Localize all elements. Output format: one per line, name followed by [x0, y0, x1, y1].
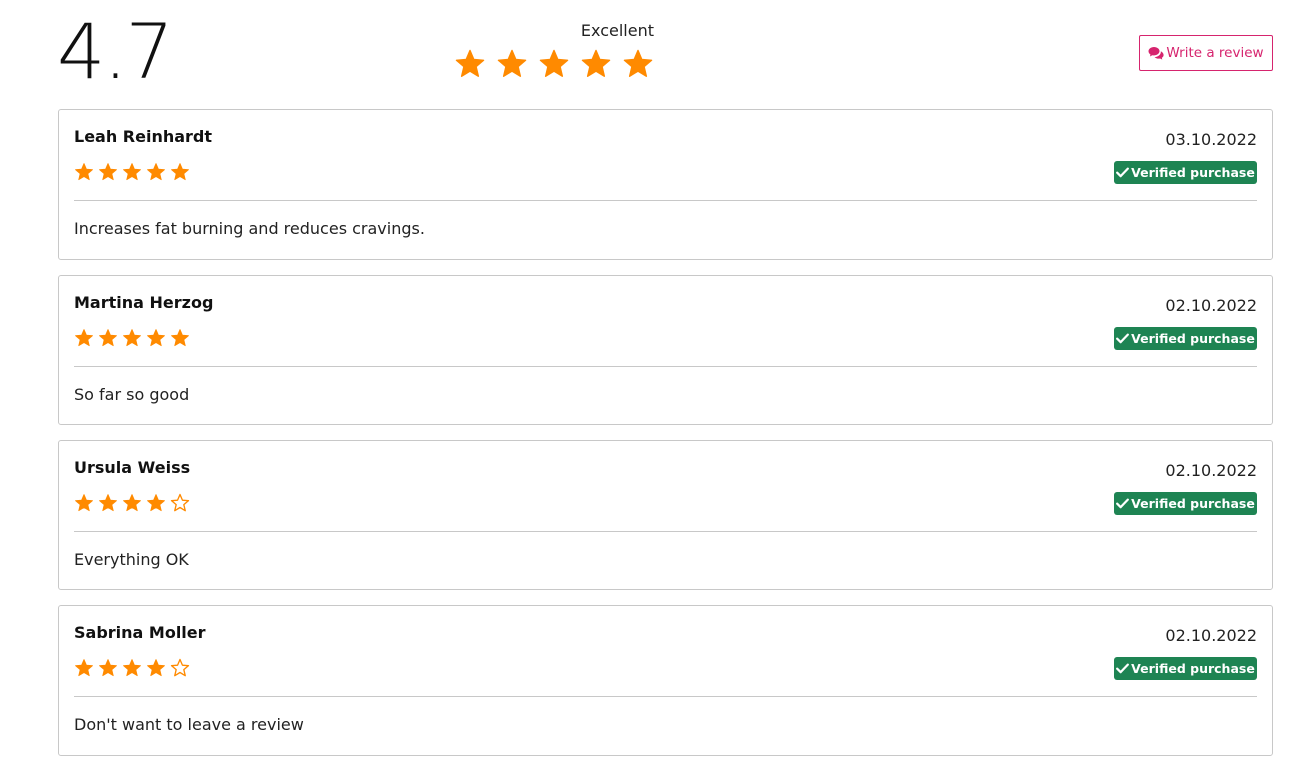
review-stars: [74, 162, 190, 182]
star-icon: [123, 659, 141, 677]
verified-label: Verified purchase: [1131, 331, 1255, 346]
star-icon: [147, 494, 165, 512]
review-card: Martina Herzog 02.10.2022 Verified purch…: [58, 275, 1273, 425]
verified-badge: Verified purchase: [1114, 161, 1257, 184]
star-icon: [539, 49, 569, 77]
review-date: 02.10.2022: [1165, 461, 1257, 480]
star-icon: [99, 329, 117, 347]
rating-summary: 4.7 Excellent Write a review: [0, 0, 1306, 108]
verified-badge: Verified purchase: [1114, 657, 1257, 680]
check-icon: [1116, 333, 1130, 344]
review-text: Everything OK: [74, 550, 189, 569]
review-date: 02.10.2022: [1165, 626, 1257, 645]
star-outline-icon: [170, 493, 190, 512]
review-stars: [74, 328, 190, 348]
review-date: 02.10.2022: [1165, 296, 1257, 315]
review-text: So far so good: [74, 385, 190, 404]
reviews-page: 4.7 Excellent Write a review Leah Reinha…: [0, 0, 1306, 762]
write-review-button[interactable]: Write a review: [1139, 35, 1273, 71]
star-icon: [581, 49, 611, 77]
star-icon: [497, 49, 527, 77]
review-stars: [74, 658, 190, 678]
star-outline-icon: [170, 658, 190, 677]
review-text: Don't want to leave a review: [74, 715, 304, 734]
verified-label: Verified purchase: [1131, 496, 1255, 511]
star-icon: [147, 329, 165, 347]
reviewer-name: Sabrina Moller: [74, 623, 206, 642]
star-icon: [75, 329, 93, 347]
review-date: 03.10.2022: [1165, 130, 1257, 149]
verified-label: Verified purchase: [1131, 165, 1255, 180]
write-review-label: Write a review: [1166, 45, 1264, 61]
star-icon: [171, 163, 189, 181]
review-text: Increases fat burning and reduces cravin…: [74, 219, 425, 238]
star-icon: [147, 163, 165, 181]
summary-rating: Excellent: [452, 20, 658, 80]
divider: [74, 200, 1257, 201]
star-icon: [99, 659, 117, 677]
star-icon: [123, 163, 141, 181]
review-card: Leah Reinhardt 03.10.2022 Verified purch…: [58, 109, 1273, 260]
star-icon: [99, 494, 117, 512]
divider: [74, 366, 1257, 367]
star-icon: [455, 49, 485, 77]
check-icon: [1116, 663, 1130, 674]
reviewer-name: Ursula Weiss: [74, 458, 191, 477]
check-icon: [1116, 167, 1130, 178]
rating-word: Excellent: [580, 21, 654, 40]
comments-icon: [1148, 46, 1165, 60]
star-icon: [99, 163, 117, 181]
review-card: Sabrina Moller 02.10.2022 Verified purch…: [58, 605, 1273, 756]
star-icon: [123, 329, 141, 347]
verified-badge: Verified purchase: [1114, 492, 1257, 515]
check-icon: [1116, 498, 1130, 509]
divider: [74, 696, 1257, 697]
star-icon: [75, 659, 93, 677]
star-icon: [123, 494, 141, 512]
star-icon: [171, 329, 189, 347]
divider: [74, 531, 1257, 532]
review-stars: [74, 493, 190, 513]
review-card: Ursula Weiss 02.10.2022 Verified purchas…: [58, 440, 1273, 590]
verified-badge: Verified purchase: [1114, 327, 1257, 350]
star-icon: [623, 49, 653, 77]
reviewer-name: Leah Reinhardt: [74, 127, 213, 146]
reviewer-name: Martina Herzog: [74, 293, 214, 312]
verified-label: Verified purchase: [1131, 661, 1255, 676]
star-icon: [147, 659, 165, 677]
average-score: 4.7: [57, 7, 174, 96]
star-icon: [75, 163, 93, 181]
star-icon: [75, 494, 93, 512]
summary-stars: [452, 48, 658, 80]
